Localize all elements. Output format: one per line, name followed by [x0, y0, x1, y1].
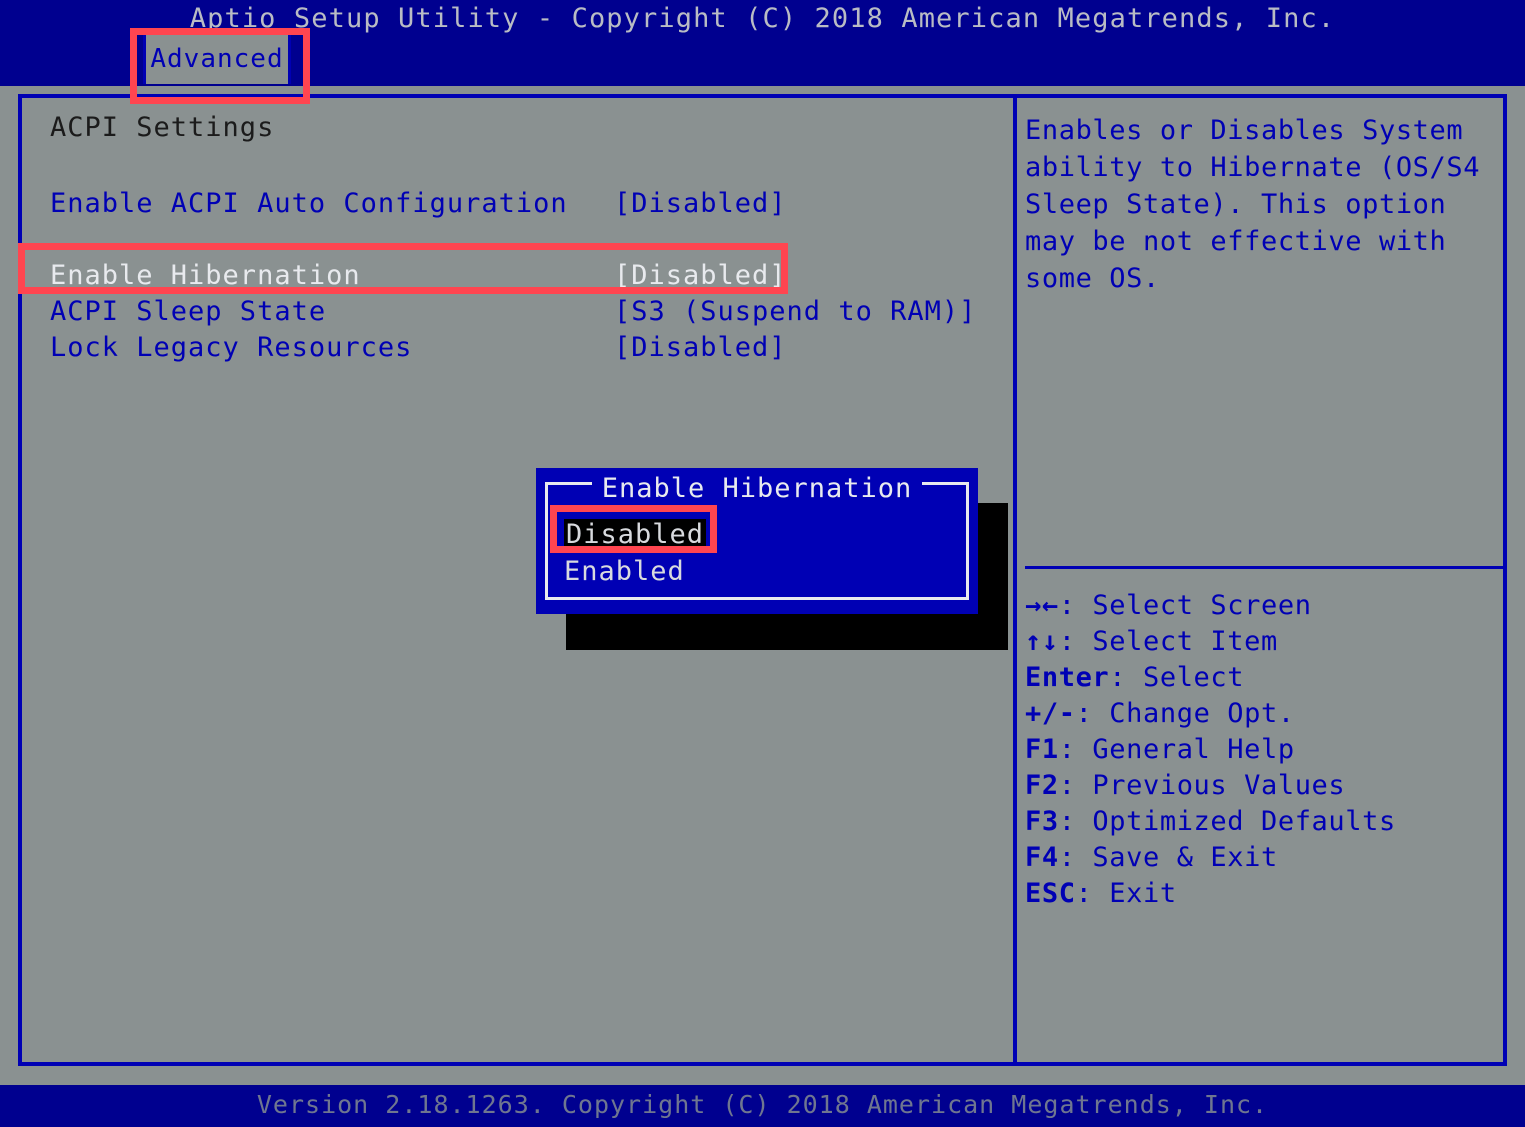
- legend-key: ↑↓: [1025, 626, 1059, 657]
- legend-row: F3: Optimized Defaults: [1025, 806, 1503, 842]
- legend-row: F4: Save & Exit: [1025, 842, 1503, 878]
- setting-value: [Disabled]: [614, 188, 787, 219]
- section-title: ACPI Settings: [50, 112, 275, 143]
- legend-label: : Select Screen: [1058, 590, 1312, 621]
- version-text: Version 2.18.1263. Copyright (C) 2018 Am…: [256, 1090, 1269, 1119]
- dialog-title-text: Enable Hibernation: [591, 473, 923, 504]
- setting-label: Lock Legacy Resources: [50, 332, 413, 363]
- tab-advanced[interactable]: Advanced: [143, 34, 291, 84]
- footer-bar: Version 2.18.1263. Copyright (C) 2018 Am…: [0, 1085, 1525, 1127]
- help-description: Enables or Disables System ability to Hi…: [1025, 115, 1481, 294]
- legend-label: : Select: [1109, 662, 1245, 693]
- setting-row-enable-acpi-auto-configuration[interactable]: Enable ACPI Auto Configuration [Disabled…: [22, 188, 1013, 224]
- legend-label: : Select Item: [1058, 626, 1278, 657]
- enable-hibernation-dialog: Enable Hibernation Disabled Enabled: [536, 468, 978, 614]
- setting-row-acpi-sleep-state[interactable]: ACPI Sleep State [S3 (Suspend to RAM)]: [22, 296, 1013, 332]
- legend-label: : General Help: [1058, 734, 1295, 765]
- setting-label: Enable ACPI Auto Configuration: [50, 188, 568, 219]
- legend-key: F3: [1025, 806, 1059, 837]
- legend-label: : Exit: [1075, 878, 1177, 909]
- legend-row: +/-: Change Opt.: [1025, 698, 1503, 734]
- legend-label: : Previous Values: [1058, 770, 1346, 801]
- legend-key: Enter: [1025, 662, 1110, 693]
- tab-strip: Advanced: [0, 34, 1525, 86]
- dialog-option-disabled[interactable]: Disabled: [564, 519, 707, 550]
- setting-label: ACPI Sleep State: [50, 296, 327, 327]
- legend-row: Enter: Select: [1025, 662, 1503, 698]
- legend-label: : Change Opt.: [1075, 698, 1295, 729]
- legend-key: F4: [1025, 842, 1059, 873]
- legend-key: F1: [1025, 734, 1059, 765]
- legend-row: ↑↓: Select Item: [1025, 626, 1503, 662]
- legend-row: →←: Select Screen: [1025, 590, 1503, 626]
- setting-label: Enable Hibernation: [50, 260, 361, 291]
- setting-row-lock-legacy-resources[interactable]: Lock Legacy Resources [Disabled]: [22, 332, 1013, 368]
- key-legend-list: →←: Select Screen ↑↓: Select Item Enter: S…: [1025, 590, 1503, 914]
- legend-key: +/-: [1025, 698, 1076, 729]
- setting-row-enable-hibernation[interactable]: Enable Hibernation [Disabled]: [22, 260, 1013, 296]
- setting-value: [S3 (Suspend to RAM)]: [614, 296, 977, 327]
- legend-key: F2: [1025, 770, 1059, 801]
- bios-setup-screen: Aptio Setup Utility - Copyright (C) 2018…: [0, 0, 1525, 1127]
- legend-key: ESC: [1025, 878, 1076, 909]
- legend-label: : Save & Exit: [1058, 842, 1278, 873]
- legend-label: : Optimized Defaults: [1058, 806, 1396, 837]
- legend-row: ESC: Exit: [1025, 878, 1503, 914]
- dialog-title: Enable Hibernation: [536, 473, 978, 504]
- setting-value: [Disabled]: [614, 260, 787, 291]
- help-pane: Enables or Disables System ability to Hi…: [1017, 98, 1503, 1062]
- legend-row: F1: General Help: [1025, 734, 1503, 770]
- utility-title: Aptio Setup Utility - Copyright (C) 2018…: [189, 3, 1336, 34]
- dialog-option-enabled[interactable]: Enabled: [564, 556, 685, 587]
- legend-key: →←: [1025, 590, 1059, 621]
- legend-row: F2: Previous Values: [1025, 770, 1503, 806]
- setting-value: [Disabled]: [614, 332, 787, 363]
- help-horizontal-divider: [1025, 566, 1503, 569]
